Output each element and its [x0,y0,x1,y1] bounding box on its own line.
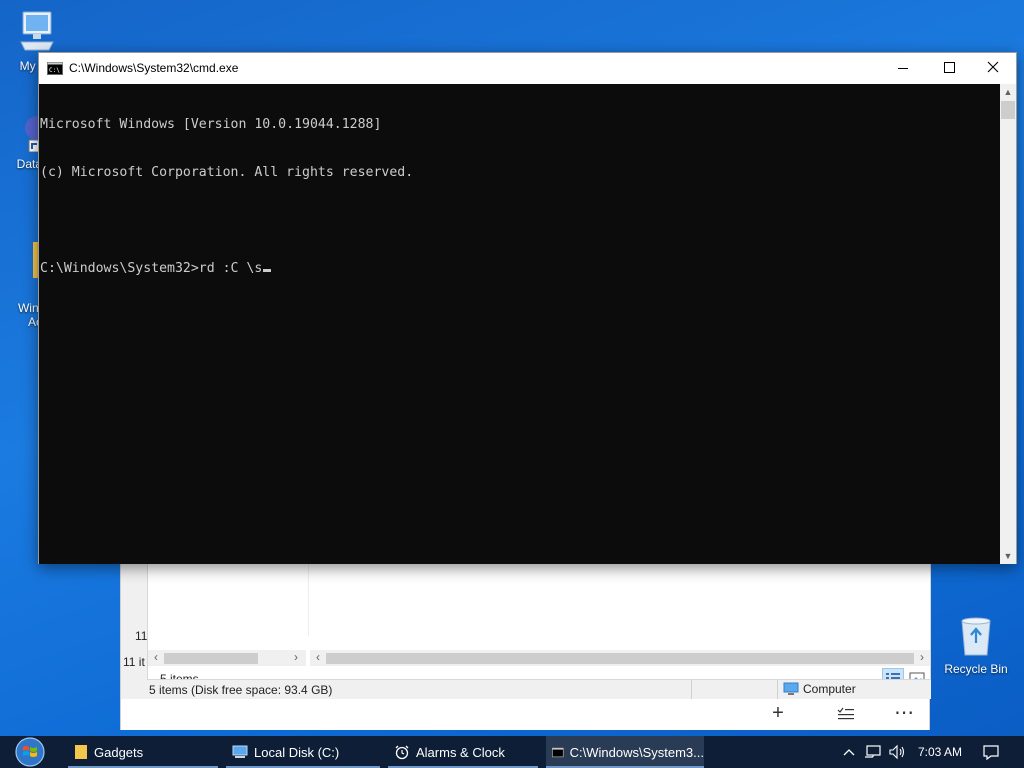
scroll-left-icon[interactable]: ‹ [310,650,326,666]
network-button[interactable] [864,736,884,768]
notification-icon [983,745,999,760]
svg-text:C:\: C:\ [49,67,60,74]
scroll-right-icon[interactable]: › [288,650,304,666]
cmd-icon [552,747,564,757]
file-list-scrollbar[interactable]: ‹ › [310,650,930,666]
close-button[interactable] [970,53,1016,83]
folder-icon [75,745,87,759]
taskbar-item-cmd[interactable]: C:\Windows\System3... [546,736,704,768]
speaker-icon [889,744,905,760]
taskbar-item-local-disk[interactable]: Local Disk (C:) [226,736,380,768]
title-bar[interactable]: C:\ C:\Windows\System32\cmd.exe [39,53,1016,84]
nav-pane-count: 11 [135,629,148,643]
maximize-button[interactable] [926,53,972,83]
taskbar-item-label: C:\Windows\System3... [569,744,704,760]
add-icon[interactable]: + [763,699,793,729]
alarm-clock-icon [395,745,409,760]
status-text: 5 items (Disk free space: 93.4 GB) [149,683,333,697]
explorer-content[interactable]: ‹ › ‹ › 5 items [147,563,931,688]
checklist-icon[interactable] [831,699,861,729]
pane-divider[interactable] [308,564,309,636]
more-icon[interactable]: ⋯ [889,699,919,729]
recycle-bin-icon [938,613,1014,660]
console-prompt-text: C:\Windows\System32>rd :C \s [40,261,263,276]
windows-orb-icon [15,737,45,767]
nav-pane-scrollbar[interactable]: ‹ › [148,650,306,666]
chevron-up-icon [843,749,855,756]
volume-button[interactable] [888,736,908,768]
explorer-window: 11 11 it ‹ › ‹ › 5 items (Disk free spac… [120,548,931,730]
scroll-down-icon[interactable]: ▼ [1000,548,1016,564]
taskbar-item-label: Gadgets [94,744,144,760]
scrollbar-thumb[interactable] [1001,101,1015,119]
console-scrollbar[interactable]: ▲ ▼ [1000,84,1016,564]
console-line: Microsoft Windows [Version 10.0.19044.12… [40,117,382,132]
taskbar: Gadgets Local Disk (C:) Alarms & Clock C… [0,736,1024,768]
nav-pane-status: 11 it [123,655,145,669]
scroll-up-icon[interactable]: ▲ [1000,84,1016,100]
network-icon [865,745,881,758]
location-label: Computer [803,682,856,696]
text-cursor [263,269,272,272]
desktop-icon-label: Recycle Bin [944,662,1008,676]
computer-icon [783,682,799,695]
notifications-button[interactable] [982,736,1002,768]
computer-icon [2,10,72,57]
taskbar-item-alarms-clock[interactable]: Alarms & Clock [388,736,538,768]
taskbar-clock[interactable]: 7:03 AM [918,736,962,768]
status-bar: 5 items (Disk free space: 93.4 GB) Compu… [147,679,931,700]
minimize-button[interactable] [880,53,926,83]
show-hidden-icons-button[interactable] [842,736,858,768]
desktop-icon-recycle-bin[interactable]: Recycle Bin [938,613,1014,676]
status-location: Computer [783,682,856,696]
close-icon [987,61,999,73]
scroll-left-icon[interactable]: ‹ [148,650,164,666]
status-separator [777,680,778,700]
drive-icon [232,745,248,758]
taskbar-item-gadgets[interactable]: Gadgets [68,736,218,768]
window-title: C:\Windows\System32\cmd.exe [69,61,239,75]
minimize-icon [898,68,908,69]
status-separator [691,680,692,700]
taskbar-item-label: Alarms & Clock [416,744,505,760]
cmd-icon: C:\ [47,62,63,78]
maximize-icon [944,62,955,73]
taskbar-item-label: Local Disk (C:) [254,744,340,760]
scrollbar-thumb[interactable] [326,653,914,664]
console-input-line[interactable]: C:\Windows\System32>rd :C \s [40,261,1000,277]
start-button[interactable] [8,736,52,768]
scroll-right-icon[interactable]: › [914,650,930,666]
cmd-window[interactable]: C:\ C:\Windows\System32\cmd.exe Microsof… [38,52,1017,564]
console-output[interactable]: Microsoft Windows [Version 10.0.19044.12… [39,84,1000,564]
console-line: (c) Microsoft Corporation. All rights re… [40,165,414,180]
explorer-toolbar: + ⋯ [121,699,929,730]
scrollbar-thumb[interactable] [164,653,258,664]
